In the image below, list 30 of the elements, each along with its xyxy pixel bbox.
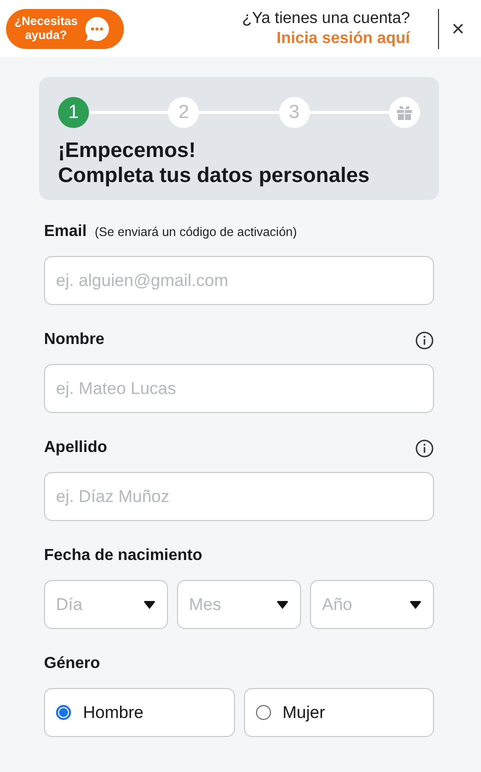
caret-icon (144, 600, 155, 609)
date-select[interactable]: Mes (177, 580, 301, 630)
step-indicator: 3 (278, 97, 310, 128)
date-select[interactable]: Día (44, 580, 168, 630)
date-select[interactable]: Año (310, 580, 434, 630)
close-button[interactable]: × (445, 16, 471, 42)
login-link[interactable]: Inicia sesión aquí (276, 30, 410, 48)
account-question: ¿Ya tienes una cuenta? (242, 10, 410, 28)
gender-option[interactable]: Mujer (244, 688, 434, 738)
info-icon[interactable] (415, 438, 434, 458)
info-icon[interactable] (415, 330, 434, 350)
radio-button[interactable] (256, 705, 270, 720)
field-label: Nombre (44, 331, 104, 350)
gender-option[interactable]: Hombre (44, 688, 234, 738)
step-indicator: 2 (168, 97, 200, 128)
input-field[interactable]: ej. Mateo Lucas (44, 364, 434, 414)
input-field[interactable]: ej. Díaz Muñoz (44, 472, 434, 522)
field-label: Género (44, 655, 100, 674)
field-label: Email (44, 223, 87, 242)
step-title: ¡Empecemos! Completa tus datos personales (58, 138, 371, 188)
caret-icon (277, 600, 288, 609)
input-field[interactable]: ej. alguien@gmail.com (44, 256, 434, 306)
chat-icon (84, 16, 110, 42)
radio-button[interactable] (56, 705, 71, 720)
help-button[interactable]: ¿Necesitas ayuda? (6, 8, 124, 48)
field-label: Apellido (44, 439, 108, 458)
caret-icon (410, 600, 421, 609)
field-label: Fecha de nacimiento (44, 547, 202, 566)
field-note: (Se enviará un código de activación) (94, 225, 297, 240)
step-indicator: 1 (58, 97, 89, 128)
